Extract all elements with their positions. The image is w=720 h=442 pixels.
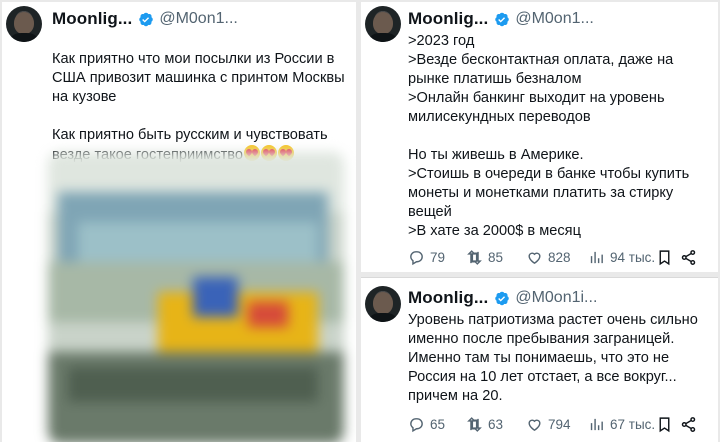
- like-icon: [528, 419, 541, 431]
- retweet-button[interactable]: 85: [466, 249, 526, 266]
- tweet-card-2[interactable]: Moonlig... @M0on1... >2023 год >Везде бе…: [361, 2, 718, 272]
- avatar[interactable]: [6, 6, 42, 42]
- views-icon: [590, 418, 603, 430]
- like-count: 794: [548, 416, 571, 432]
- tweet-body: Как приятно что мои посылки из России в …: [52, 51, 345, 163]
- bookmark-button[interactable]: [656, 249, 680, 266]
- bookmark-button[interactable]: [656, 416, 680, 433]
- share-icon: [681, 416, 696, 432]
- like-count: 828: [548, 249, 571, 265]
- like-button[interactable]: 794: [526, 416, 588, 433]
- author-handle[interactable]: @M0on1...: [159, 10, 238, 28]
- retweet-count: 63: [488, 416, 504, 432]
- reply-button[interactable]: 79: [408, 249, 466, 266]
- tweet-header: Moonlig... @M0on1...: [408, 8, 594, 30]
- like-icon: [528, 252, 541, 264]
- share-icon: [681, 249, 696, 265]
- avatar[interactable]: [365, 6, 401, 42]
- reply-count: 65: [430, 416, 446, 432]
- reply-button[interactable]: 65: [408, 416, 466, 433]
- share-button[interactable]: [680, 416, 700, 433]
- retweet-count: 85: [488, 249, 504, 265]
- tweet-actions: 79 85 828 94 тыс.: [408, 246, 708, 268]
- tweet-image-blurred[interactable]: [48, 152, 344, 442]
- share-button[interactable]: [680, 249, 700, 266]
- author-name[interactable]: Moonlig...: [52, 9, 132, 29]
- tweet-text: Уровень патриотизма растет очень сильно …: [408, 312, 698, 404]
- views-button[interactable]: 94 тыс.: [588, 249, 656, 266]
- tweet-card-1[interactable]: Moonlig... @M0on1... Как приятно что мои…: [2, 2, 356, 442]
- reply-count: 79: [430, 249, 446, 265]
- author-name[interactable]: Moonlig...: [408, 9, 488, 29]
- tweet-card-3[interactable]: Moonlig... @M0on1i... Уровень патриотизм…: [361, 277, 718, 442]
- bookmark-icon: [659, 416, 670, 432]
- avatar[interactable]: [365, 286, 401, 322]
- views-icon: [590, 251, 603, 263]
- like-button[interactable]: 828: [526, 249, 588, 266]
- retweet-button[interactable]: 63: [466, 416, 526, 433]
- retweet-icon: [467, 416, 482, 432]
- tweet-header: Moonlig... @M0on1...: [52, 8, 238, 30]
- tweet-text: >2023 год >Везде бесконтактная оплата, д…: [408, 33, 690, 239]
- retweet-icon: [467, 249, 482, 265]
- verified-badge-icon: [139, 12, 154, 26]
- views-button[interactable]: 67 тыс.: [588, 416, 656, 433]
- bookmark-icon: [659, 249, 670, 265]
- author-handle[interactable]: @M0on1...: [515, 10, 594, 28]
- tweet-text: Как приятно что мои посылки из России в …: [52, 31, 352, 165]
- reply-icon: [410, 417, 423, 432]
- views-count: 67 тыс.: [610, 416, 656, 432]
- author-name[interactable]: Moonlig...: [408, 288, 488, 308]
- author-handle[interactable]: @M0on1i...: [515, 289, 597, 307]
- reply-icon: [410, 250, 423, 265]
- tweet-header: Moonlig... @M0on1i...: [408, 287, 597, 309]
- tweet-actions: 65 63 794 67 тыс.: [408, 413, 708, 435]
- verified-badge-icon: [495, 291, 510, 305]
- verified-badge-icon: [495, 12, 510, 26]
- views-count: 94 тыс.: [610, 249, 656, 265]
